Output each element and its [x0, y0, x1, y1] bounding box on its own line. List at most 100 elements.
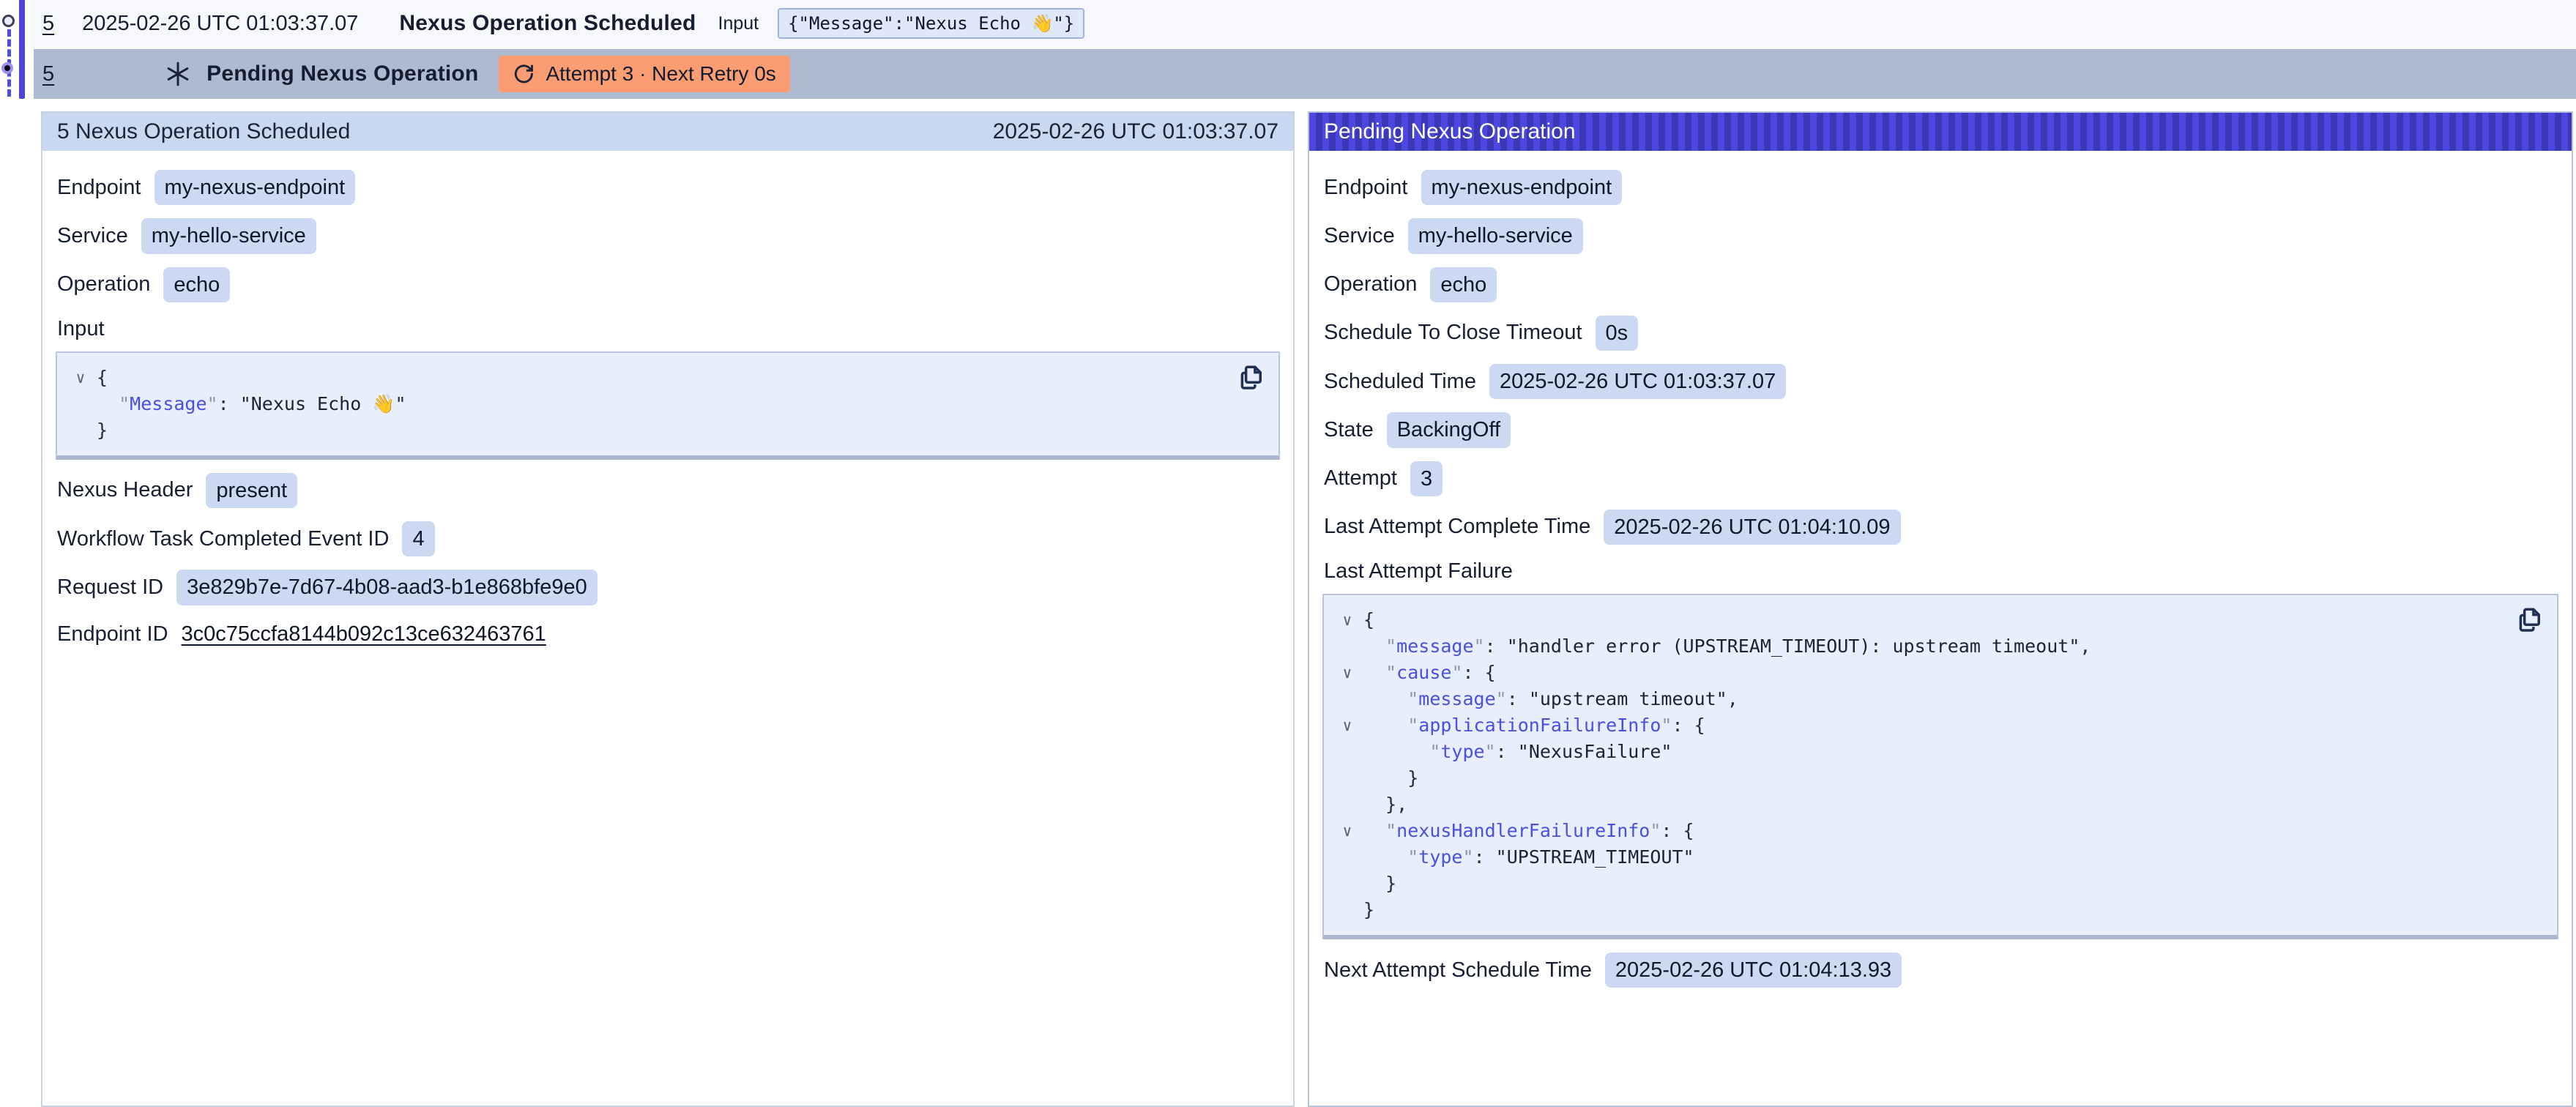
- event-timestamp: 2025-02-26 UTC 01:03:37.07: [82, 12, 358, 36]
- field-row-scheduled-time: Scheduled Time 2025-02-26 UTC 01:03:37.0…: [1324, 364, 2557, 399]
- json-line-text: "message": "upstream timeout",: [1363, 686, 1738, 712]
- json-line-gutter: [64, 391, 97, 417]
- field-row-endpoint: Endpoint my-nexus-endpoint: [57, 170, 1278, 205]
- json-line-gutter: [1331, 739, 1363, 765]
- field-value-badge: my-nexus-endpoint: [1421, 170, 1623, 205]
- json-line: }: [1331, 871, 2510, 897]
- field-label: Service: [57, 224, 128, 248]
- json-line-gutter: [1331, 791, 1363, 818]
- json-line-text: "nexusHandlerFailureInfo": {: [1363, 818, 1694, 844]
- field-row-service: Service my-hello-service: [57, 218, 1278, 253]
- field-row-endpoint-id: Endpoint ID 3c0c75ccfa8144b092c13ce63246…: [57, 619, 1278, 651]
- field-value-badge: 0s: [1596, 316, 1639, 351]
- field-label: Operation: [57, 272, 150, 297]
- pending-operation-panel-header: Pending Nexus Operation: [1309, 113, 2572, 151]
- field-row-nexus-header: Nexus Header present: [57, 473, 1278, 508]
- json-line-text: }: [1363, 871, 1396, 897]
- event-id-link[interactable]: 5: [42, 12, 54, 36]
- event-row-nexus-operation-scheduled[interactable]: 5 2025-02-26 UTC 01:03:37.07 Nexus Opera…: [31, 0, 2576, 47]
- field-row-last-attempt-complete-time: Last Attempt Complete Time 2025-02-26 UT…: [1324, 510, 2557, 545]
- json-line: "Message": "Nexus Echo 👋": [64, 391, 1232, 417]
- field-label: Endpoint: [1324, 176, 1408, 200]
- json-line-gutter: [1331, 765, 1363, 791]
- event-title: Nexus Operation Scheduled: [399, 11, 696, 36]
- retry-status-badge: Attempt 3 · Next Retry 0s: [499, 56, 789, 92]
- json-line-text: "type": "NexusFailure": [1363, 739, 1672, 765]
- field-value-badge: 3: [1410, 461, 1443, 496]
- field-label: Schedule To Close Timeout: [1324, 321, 1582, 345]
- field-value-badge: present: [206, 473, 297, 508]
- retry-badge-text: Attempt 3 · Next Retry 0s: [546, 62, 775, 86]
- collapse-chevron-icon[interactable]: ∨: [1331, 660, 1363, 686]
- field-row-operation: Operation echo: [1324, 267, 2557, 302]
- field-label: Request ID: [57, 575, 163, 600]
- pending-operation-panel-body: Endpoint my-nexus-endpoint Service my-he…: [1309, 151, 2572, 1015]
- pending-title: Pending Nexus Operation: [206, 61, 478, 86]
- json-line-text: }: [1363, 897, 1374, 923]
- json-line-text: "type": "UPSTREAM_TIMEOUT": [1363, 844, 1694, 871]
- endpoint-id-link[interactable]: 3c0c75ccfa8144b092c13ce632463761: [182, 622, 546, 646]
- event-row-pending-nexus-operation[interactable]: 5 Pending Nexus Operation Attempt 3 · Ne…: [34, 49, 2576, 99]
- event-id-link[interactable]: 5: [42, 62, 54, 86]
- failure-json-viewer: ∨{ "message": "handler error (UPSTREAM_T…: [1322, 594, 2558, 939]
- json-line-gutter: [1331, 871, 1363, 897]
- field-value-badge: echo: [163, 267, 230, 302]
- field-label: Attempt: [1324, 466, 1397, 491]
- field-label: State: [1324, 418, 1374, 442]
- field-value-badge: my-nexus-endpoint: [155, 170, 356, 205]
- collapse-chevron-icon[interactable]: ∨: [1331, 712, 1363, 739]
- field-value-badge: my-hello-service: [1408, 218, 1583, 253]
- field-label: Nexus Header: [57, 478, 193, 502]
- json-line-gutter: [64, 417, 97, 444]
- field-row-next-attempt-schedule-time: Next Attempt Schedule Time 2025-02-26 UT…: [1324, 953, 2557, 988]
- json-line: "message": "upstream timeout",: [1331, 686, 2510, 712]
- json-line-text: "applicationFailureInfo": {: [1363, 712, 1705, 739]
- field-label: Endpoint ID: [57, 622, 168, 646]
- scheduled-event-panel: 5 Nexus Operation Scheduled 2025-02-26 U…: [41, 111, 1295, 1107]
- collapse-chevron-icon[interactable]: ∨: [1331, 607, 1363, 633]
- panel-title: Pending Nexus Operation: [1324, 119, 1576, 144]
- json-line: ∨ "cause": {: [1331, 660, 2510, 686]
- collapse-chevron-icon[interactable]: ∨: [64, 365, 97, 391]
- field-label: Next Attempt Schedule Time: [1324, 958, 1592, 983]
- collapse-chevron-icon[interactable]: ∨: [1331, 818, 1363, 844]
- input-section-label: Input: [57, 317, 1278, 341]
- field-row-operation: Operation echo: [57, 267, 1278, 302]
- json-line-text: },: [1363, 791, 1407, 818]
- field-value-badge: 2025-02-26 UTC 01:04:13.93: [1605, 953, 1902, 988]
- field-row-schedule-to-close-timeout: Schedule To Close Timeout 0s: [1324, 316, 2557, 351]
- json-line-text: "Message": "Nexus Echo 👋": [97, 391, 406, 417]
- event-detail-panels: 5 Nexus Operation Scheduled 2025-02-26 U…: [41, 111, 2573, 1107]
- field-row-request-id: Request ID 3e829b7e-7d67-4b08-aad3-b1e86…: [57, 570, 1278, 605]
- json-line-text: {: [1363, 607, 1374, 633]
- timeline-node-current-icon: [1, 62, 13, 74]
- scheduled-event-panel-body: Endpoint my-nexus-endpoint Service my-he…: [42, 151, 1293, 679]
- retry-icon: [513, 63, 535, 86]
- field-value-badge: 3e829b7e-7d67-4b08-aad3-b1e868bfe9e0: [176, 570, 598, 605]
- json-line: ∨ "nexusHandlerFailureInfo": {: [1331, 818, 2510, 844]
- json-line: }: [1331, 897, 2510, 923]
- scheduled-event-panel-header: 5 Nexus Operation Scheduled 2025-02-26 U…: [42, 113, 1293, 151]
- json-line: ∨ "applicationFailureInfo": {: [1331, 712, 2510, 739]
- json-line: "type": "UPSTREAM_TIMEOUT": [1331, 844, 2510, 871]
- json-line-gutter: [1331, 844, 1363, 871]
- json-line-gutter: [1331, 897, 1363, 923]
- field-row-service: Service my-hello-service: [1324, 218, 2557, 253]
- json-line-text: "message": "handler error (UPSTREAM_TIME…: [1363, 633, 2091, 660]
- copy-button[interactable]: [2514, 604, 2547, 636]
- field-row-workflow-task-completed-event-id: Workflow Task Completed Event ID 4: [57, 521, 1278, 556]
- panel-timestamp: 2025-02-26 UTC 01:03:37.07: [993, 119, 1278, 144]
- json-line: }: [64, 417, 1232, 444]
- field-label: Scheduled Time: [1324, 370, 1476, 394]
- last-attempt-failure-label: Last Attempt Failure: [1324, 559, 2557, 584]
- field-row-attempt: Attempt 3: [1324, 461, 2557, 496]
- json-line-text: "cause": {: [1363, 660, 1496, 686]
- copy-button[interactable]: [1236, 362, 1268, 394]
- copy-icon: [2514, 605, 2545, 636]
- field-label: Last Attempt Complete Time: [1324, 515, 1590, 539]
- panel-title: 5 Nexus Operation Scheduled: [57, 119, 350, 144]
- json-line: }: [1331, 765, 2510, 791]
- state-badge: BackingOff: [1387, 412, 1511, 447]
- json-line-gutter: [1331, 633, 1363, 660]
- field-value-badge: 4: [402, 521, 434, 556]
